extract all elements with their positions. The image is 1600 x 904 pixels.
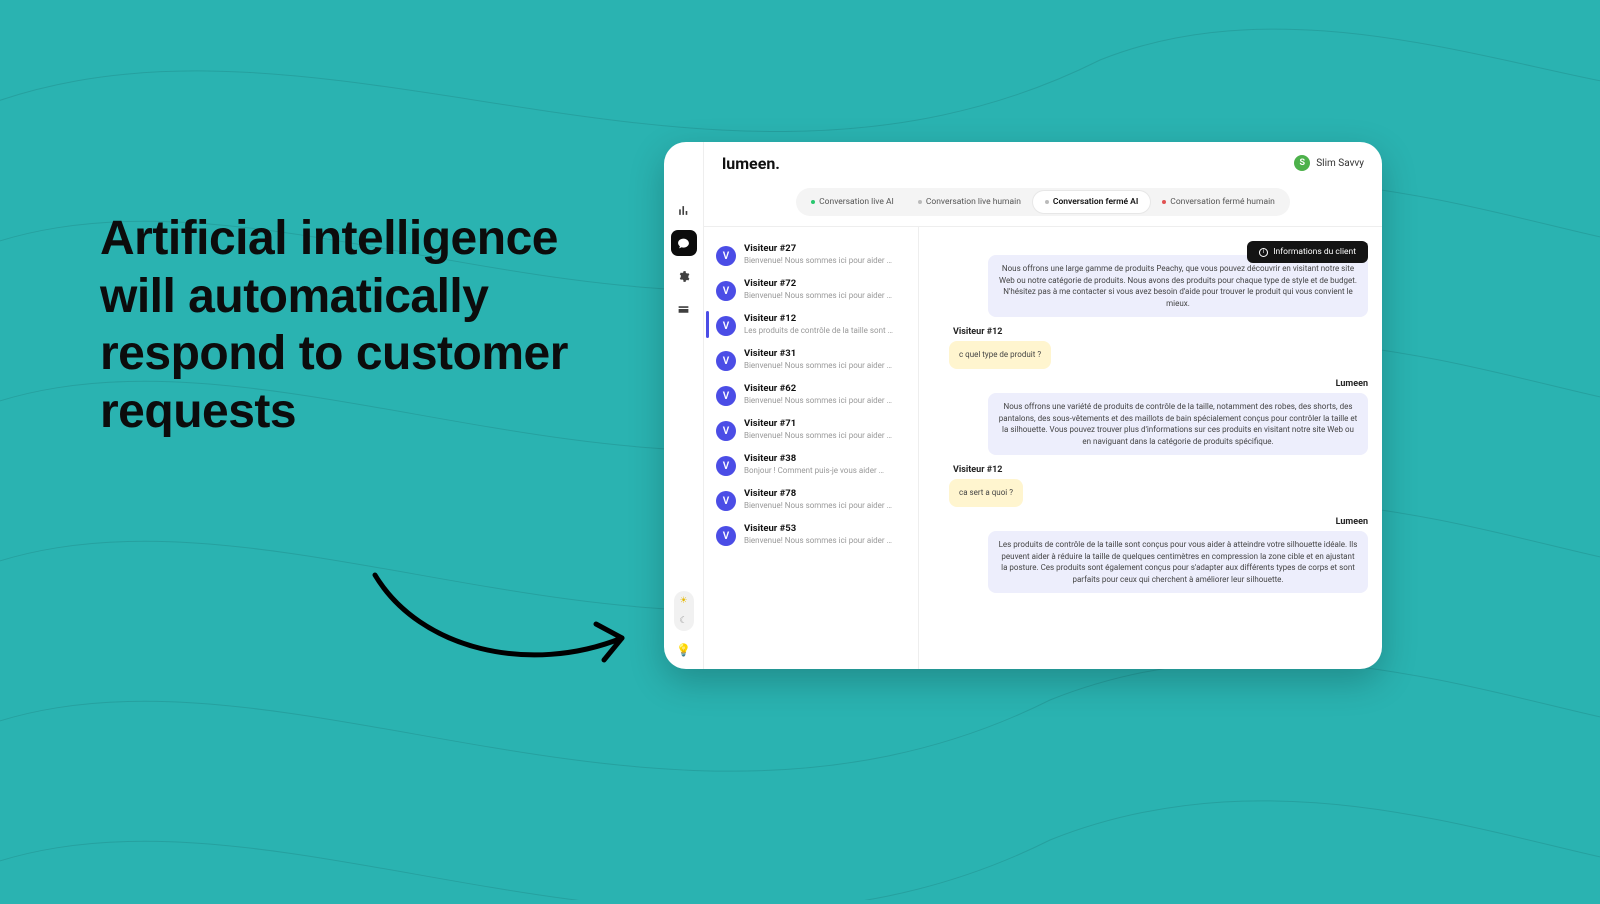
message-preview: Bonjour ! Comment puis-je vous aider … <box>744 466 884 475</box>
client-info-button[interactable]: i Informations du client <box>1247 241 1368 263</box>
conversation-item[interactable]: V Visiteur #62 Bienvenue! Nous sommes ici … <box>704 377 918 412</box>
status-dot <box>1162 200 1166 204</box>
brand-logo: lumeen. <box>722 154 780 173</box>
visitor-avatar: V <box>716 386 736 406</box>
visitor-avatar: V <box>716 351 736 371</box>
visitor-name: Visiteur #72 <box>744 278 892 289</box>
user-message: Visiteur #12 c quel type de produit ? <box>949 327 1368 369</box>
visitor-avatar: V <box>716 491 736 511</box>
status-dot <box>811 200 815 204</box>
visitor-avatar: V <box>716 316 736 336</box>
conversation-item[interactable]: V Visiteur #38 Bonjour ! Comment puis-je v… <box>704 447 918 482</box>
help-icon[interactable]: 💡 <box>676 643 691 657</box>
sun-icon: ☀ <box>679 596 687 606</box>
visitor-avatar: V <box>716 246 736 266</box>
visitor-name: Visiteur #71 <box>744 418 892 429</box>
message-preview: Bienvenue! Nous sommes ici pour aider … <box>744 501 892 510</box>
message-preview: Bienvenue! Nous sommes ici pour aider … <box>744 396 892 405</box>
message-bubble: Nous offrons une large gamme de produits… <box>988 255 1368 317</box>
tab-label: Conversation fermé humain <box>1170 197 1275 207</box>
visitor-name: Visiteur #53 <box>744 523 892 534</box>
conversation-item[interactable]: V Visiteur #72 Bienvenue! Nous sommes ici … <box>704 272 918 307</box>
message-preview: Bienvenue! Nous sommes ici pour aider … <box>744 361 892 370</box>
message-bubble: Les produits de contrôle de la taille so… <box>988 531 1368 593</box>
visitor-name: Visiteur #62 <box>744 383 892 394</box>
hero-headline: Artificial intelligence will automatical… <box>100 210 610 440</box>
message-preview: Bienvenue! Nous sommes ici pour aider … <box>744 256 892 265</box>
nav-settings[interactable] <box>671 263 697 289</box>
tab-label: Conversation live humain <box>926 197 1021 207</box>
conversation-item[interactable]: V Visiteur #71 Bienvenue! Nous sommes ici … <box>704 412 918 447</box>
tab-label: Conversation fermé AI <box>1053 197 1138 207</box>
chat-panel: i Informations du client Lumeen Nous offr… <box>919 227 1382 669</box>
ai-message: Lumeen Nous offrons une variété de produi… <box>949 379 1368 455</box>
conversation-item[interactable]: V Visiteur #78 Bienvenue! Nous sommes ici … <box>704 482 918 517</box>
message-preview: Bienvenue! Nous sommes ici pour aider … <box>744 431 892 440</box>
tab-0[interactable]: Conversation live AI <box>799 191 906 213</box>
status-dot <box>918 200 922 204</box>
conversation-item[interactable]: V Visiteur #12 Les produits de contrôle de… <box>704 307 918 342</box>
visitor-name: Visiteur #27 <box>744 243 892 254</box>
tabs-container: Conversation live AI Conversation live hu… <box>704 184 1382 227</box>
tab-label: Conversation live AI <box>819 197 894 207</box>
message-preview: Les produits de contrôle de la taille so… <box>744 326 893 335</box>
nav-conversations[interactable] <box>671 230 697 256</box>
theme-toggle[interactable]: ☀ ☾ <box>674 591 694 631</box>
visitor-name: Visiteur #12 <box>744 313 893 324</box>
nav-analytics[interactable] <box>671 197 697 223</box>
user-name: Slim Savvy <box>1316 158 1364 169</box>
tab-1[interactable]: Conversation live humain <box>906 191 1033 213</box>
moon-icon: ☾ <box>679 616 687 626</box>
message-sender: Lumeen <box>1336 517 1368 527</box>
visitor-avatar: V <box>716 526 736 546</box>
message-sender: Lumeen <box>1336 379 1368 389</box>
visitor-name: Visiteur #78 <box>744 488 892 499</box>
user-message: Visiteur #12 ca sert a quoi ? <box>949 465 1368 507</box>
conversation-item[interactable]: V Visiteur #27 Bienvenue! Nous sommes ici … <box>704 237 918 272</box>
visitor-avatar: V <box>716 421 736 441</box>
user-avatar: S <box>1294 155 1310 171</box>
conversation-item[interactable]: V Visiteur #53 Bienvenue! Nous sommes ici … <box>704 517 918 552</box>
status-dot <box>1045 200 1049 204</box>
visitor-name: Visiteur #31 <box>744 348 892 359</box>
message-preview: Bienvenue! Nous sommes ici pour aider … <box>744 291 892 300</box>
visitor-avatar: V <box>716 281 736 301</box>
message-bubble: Nous offrons une variété de produits de … <box>988 393 1368 455</box>
user-menu[interactable]: S Slim Savvy <box>1294 155 1364 171</box>
message-bubble: c quel type de produit ? <box>949 341 1051 369</box>
ai-message: Lumeen Les produits de contrôle de la tai… <box>949 517 1368 593</box>
message-sender: Visiteur #12 <box>953 327 1002 337</box>
app-window: ☀ ☾ 💡 lumeen. S Slim Savvy Conversation … <box>664 142 1382 669</box>
tab-2[interactable]: Conversation fermé AI <box>1033 191 1150 213</box>
visitor-name: Visiteur #38 <box>744 453 884 464</box>
client-info-label: Informations du client <box>1273 247 1356 257</box>
message-sender: Visiteur #12 <box>953 465 1002 475</box>
visitor-avatar: V <box>716 456 736 476</box>
message-bubble: ca sert a quoi ? <box>949 479 1023 507</box>
nav-billing[interactable] <box>671 296 697 322</box>
arrow-illustration <box>360 560 650 690</box>
info-icon: i <box>1259 248 1268 257</box>
tab-3[interactable]: Conversation fermé humain <box>1150 191 1287 213</box>
sidebar: ☀ ☾ 💡 <box>664 142 704 669</box>
conversation-list: V Visiteur #27 Bienvenue! Nous sommes ici … <box>704 227 919 669</box>
message-preview: Bienvenue! Nous sommes ici pour aider … <box>744 536 892 545</box>
conversation-item[interactable]: V Visiteur #31 Bienvenue! Nous sommes ici … <box>704 342 918 377</box>
topbar: lumeen. S Slim Savvy <box>704 142 1382 184</box>
